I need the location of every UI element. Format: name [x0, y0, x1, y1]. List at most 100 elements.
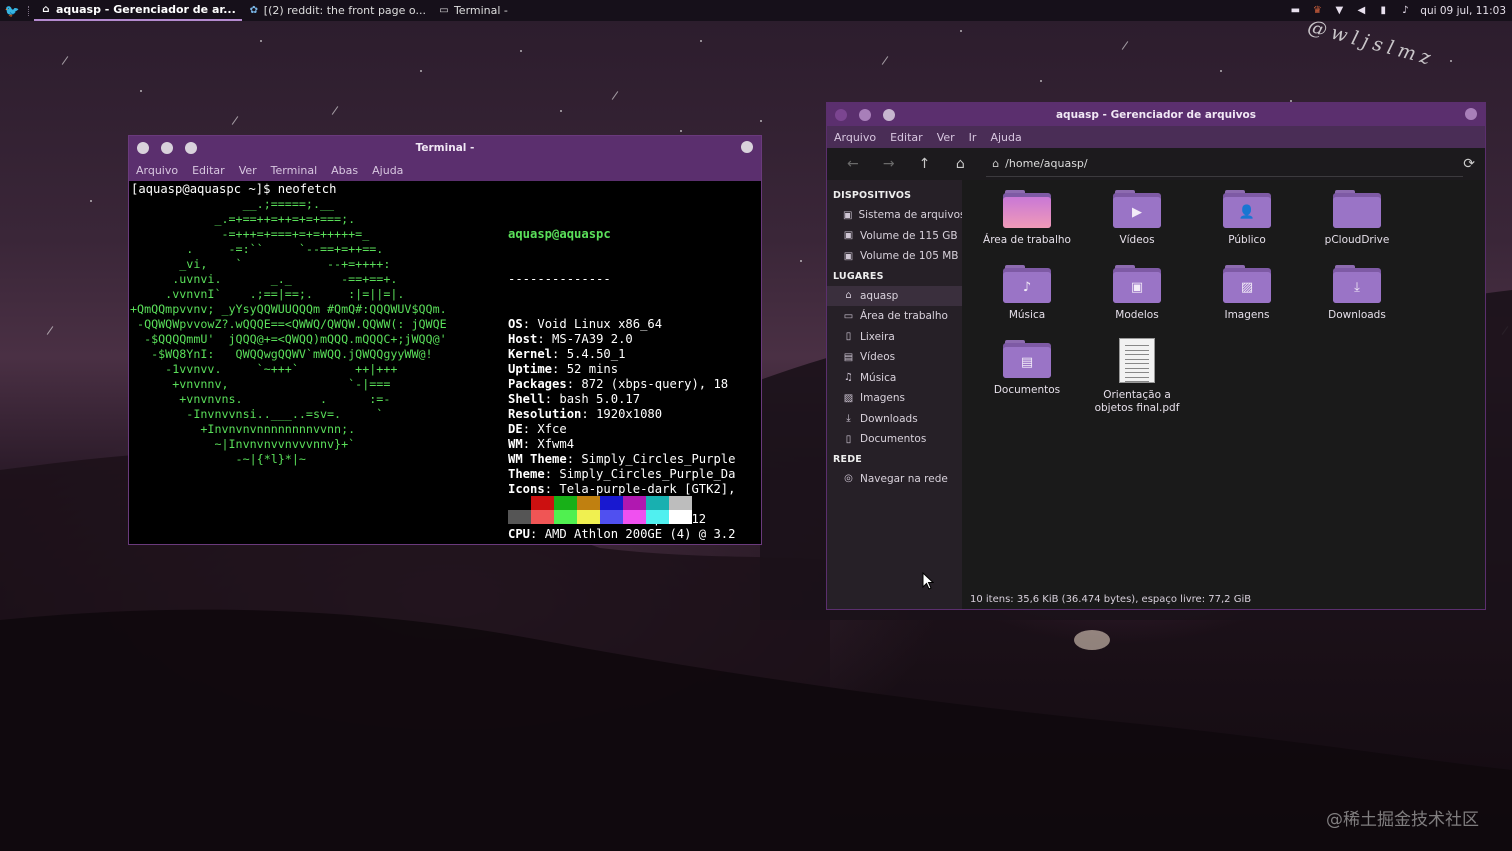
menu-arquivo[interactable]: Arquivo [136, 164, 178, 177]
file-item-label: Público [1228, 234, 1266, 246]
system-tray: ▬ ♛ ▼ ◀ ▮ ♪ qui 09 jul, 11:03 [1288, 4, 1512, 18]
minimize-button[interactable] [859, 108, 871, 121]
pdf-line [1125, 345, 1149, 346]
home-button[interactable]: ⌂ [942, 150, 978, 178]
network-icon: ◎ [844, 473, 853, 485]
sidebar-item-navegar-na-rede[interactable]: ◎ Navegar na rede [827, 469, 962, 490]
sidebar-item-sistema-de-arquivos[interactable]: ▣ Sistema de arquivos [827, 205, 965, 226]
file-item-label: Imagens [1224, 309, 1270, 321]
desktop-icon: ▭ [843, 310, 854, 322]
close-button[interactable] [137, 141, 149, 154]
pdf-line [1125, 349, 1149, 351]
file-item[interactable]: ▣ Modelos [1082, 265, 1192, 340]
forward-button[interactable]: → [871, 150, 907, 178]
menu-arquivo[interactable]: Arquivo [834, 131, 876, 144]
star [520, 50, 522, 52]
info-value: 52 mins [566, 362, 619, 376]
back-button[interactable]: ← [835, 150, 871, 178]
clock[interactable]: qui 09 jul, 11:03 [1420, 5, 1506, 17]
file-item[interactable]: ♪ Música [972, 265, 1082, 340]
sidebar-item-aquasp[interactable]: ⌂ aquasp [827, 285, 962, 306]
menu-ajuda[interactable]: Ajuda [990, 131, 1021, 144]
sidebar-item-lixeira[interactable]: ▯ Lixeira [827, 327, 962, 348]
sidebar-item-label: Downloads [860, 412, 918, 425]
terminal-titlebar[interactable]: Terminal - [129, 136, 761, 159]
maximize-button[interactable] [883, 108, 895, 121]
info-colon: : [537, 332, 553, 346]
menu-terminal[interactable]: Terminal [271, 164, 318, 177]
maximize-button[interactable] [185, 141, 197, 154]
minimize-button[interactable] [161, 141, 173, 154]
sidebar-item--rea-de-trabalho[interactable]: ▭ Área de trabalho [827, 306, 962, 327]
file-item[interactable]: 👤 Público [1192, 190, 1302, 265]
sidebar-item-downloads[interactable]: ⤓ Downloads [827, 409, 962, 430]
taskbar-item-browser[interactable]: ✿ [(2) reddit: the front page o... [242, 0, 432, 21]
file-item[interactable]: pCloudDrive [1302, 190, 1412, 265]
ascii-line: -Invnvvnsi..___..=sv=. ` [130, 407, 384, 421]
taskbar-item-file-manager[interactable]: ⌂ aquasp - Gerenciador de ar... [34, 0, 242, 21]
sidebar-item-label: Documentos [860, 433, 927, 446]
menu-ver[interactable]: Ver [239, 164, 257, 177]
reload-button[interactable]: ⟳ [1463, 156, 1475, 172]
file-item-label: Vídeos [1119, 234, 1155, 246]
palette-swatch [623, 496, 646, 510]
menu-ir[interactable]: Ir [969, 131, 977, 144]
taskbar-item-terminal[interactable]: ▭ Terminal - [432, 0, 514, 21]
file-item[interactable]: ⤓ Downloads [1302, 265, 1412, 340]
drive-tray-icon[interactable]: ▬ [1288, 4, 1302, 18]
up-button[interactable]: ↑ [907, 150, 943, 178]
file-item[interactable]: Área de trabalho [972, 190, 1082, 265]
location-bar[interactable]: ⌂ /home/aquasp/ [986, 151, 1464, 177]
file-item[interactable]: Orientação a objetos final.pdf [1082, 338, 1192, 415]
sidebar-item-m-sica[interactable]: ♫ Música [827, 368, 962, 389]
location-path: /home/aquasp/ [1005, 157, 1088, 170]
star [960, 30, 962, 32]
applications-menu-icon[interactable]: 🐦 [0, 0, 24, 21]
folder-front: ⤓ [1333, 272, 1381, 303]
site-watermark: @稀土掘金技术社区 [1326, 810, 1479, 830]
file-manager-titlebar[interactable]: aquasp - Gerenciador de arquivos [827, 103, 1485, 126]
file-item[interactable]: ▨ Imagens [1192, 265, 1302, 340]
info-label: Shell [508, 392, 545, 406]
volume-icon[interactable]: ◀ [1354, 4, 1368, 18]
status-bar: 10 itens: 35,6 KiB (36.474 bytes), espaç… [970, 594, 1252, 605]
menu-editar[interactable]: Editar [192, 164, 225, 177]
palette-swatch [669, 510, 692, 524]
sidebar-item-imagens[interactable]: ▨ Imagens [827, 388, 962, 409]
file-item[interactable]: ▶ Vídeos [1082, 190, 1192, 265]
info-line: Resolution: 1920x1080 [508, 407, 735, 422]
info-value: bash 5.0.17 [559, 392, 641, 406]
star [46, 326, 54, 335]
ascii-line: +QmQQmpvvnv; _yYsyQQWUUQQQm #QmQ#:QQQWUV… [130, 302, 447, 316]
folder-front: ▤ [1003, 347, 1051, 378]
drive-icon: ▣ [843, 209, 853, 221]
sidebar-item-documentos[interactable]: ▯ Documentos [827, 429, 962, 450]
ascii-line: . -=:`` `--==+=++==. [130, 242, 384, 256]
terminal-output[interactable]: [aquasp@aquaspc ~]$ neofetch __.;=====;.… [129, 181, 761, 543]
menu-editar[interactable]: Editar [890, 131, 923, 144]
drive-icon: ▣ [843, 230, 854, 242]
file-view[interactable]: Área de trabalho ▶ Vídeos 👤 Público pCloudDri… [962, 180, 1485, 609]
close-button[interactable] [835, 108, 847, 121]
notification-bell-icon[interactable]: ♪ [1398, 4, 1412, 18]
file-item-label: Documentos [993, 384, 1061, 396]
ascii-line: -=+++=+===+=+=+++++=_ [130, 227, 370, 241]
star [560, 110, 562, 112]
info-value: Tela-purple-dark [GTK2], [559, 482, 736, 496]
info-colon: : [552, 362, 567, 376]
palette-swatch [577, 510, 600, 524]
window-menu-button[interactable] [1465, 108, 1477, 120]
menu-ajuda[interactable]: Ajuda [372, 164, 403, 177]
folder-front: ▶ [1113, 197, 1161, 228]
menu-abas[interactable]: Abas [331, 164, 358, 177]
sidebar-item-volume-de-115-gb[interactable]: ▣ Volume de 115 GB [827, 226, 962, 247]
sidebar-item-volume-de-105-mb[interactable]: ▣ Volume de 105 MB [827, 246, 962, 267]
sidebar-item-v-deos[interactable]: ▤ Vídeos [827, 347, 962, 368]
wifi-icon[interactable]: ▼ [1332, 4, 1346, 18]
window-menu-button[interactable] [741, 141, 753, 153]
file-item[interactable]: ▤ Documentos [972, 340, 1082, 415]
terminal-menubar: Arquivo Editar Ver Terminal Abas Ajuda [129, 159, 761, 181]
battery-icon[interactable]: ▮ [1376, 4, 1390, 18]
menu-ver[interactable]: Ver [937, 131, 955, 144]
icon-grid: Área de trabalho ▶ Vídeos 👤 Público pCloudDri… [972, 190, 1412, 415]
